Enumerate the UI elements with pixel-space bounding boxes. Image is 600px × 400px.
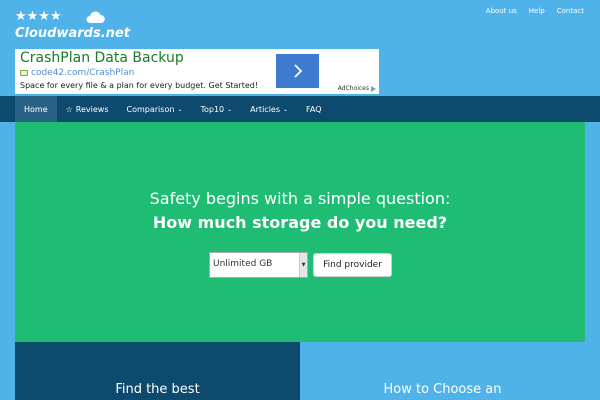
- ad-description: Space for every file & a plan for every …: [20, 81, 259, 90]
- site-name: Cloudwards.net: [15, 26, 130, 41]
- nav-item-label: Comparison: [126, 104, 175, 114]
- find-provider-button[interactable]: Find provider: [313, 253, 392, 277]
- ad-title[interactable]: CrashPlan Data Backup: [20, 50, 184, 66]
- adchoices-label: AdChoices: [337, 85, 369, 92]
- nav-item-label: Top10: [200, 104, 225, 114]
- storage-select-value: Unlimited GB: [213, 259, 273, 269]
- main-navbar: Home ☆ Reviews Comparison ⌄ Top10 ⌄ Articles ⌄ FA…: [0, 96, 600, 122]
- card-how-to-choose-title: How to Choose an: [383, 382, 502, 397]
- star-icon: ☆: [65, 104, 73, 114]
- chevron-down-icon: ⌄: [283, 105, 289, 113]
- top-link-contact[interactable]: Contact: [557, 6, 584, 16]
- adchoices-link[interactable]: AdChoices: [338, 85, 376, 92]
- nav-item-top10[interactable]: Top10 ⌄: [191, 96, 241, 122]
- rating-stars-icon: ★★★★: [15, 9, 62, 24]
- cloud-icon: [86, 11, 105, 23]
- hero-question: How much storage do you need?: [152, 213, 448, 232]
- card-how-to-choose[interactable]: How to Choose an: [300, 342, 585, 400]
- folder-icon: [20, 70, 28, 76]
- chevron-down-icon: ⌄: [177, 105, 183, 113]
- hero-tagline: Safety begins with a simple question:: [149, 189, 451, 208]
- nav-item-label: Articles: [250, 104, 281, 114]
- nav-item-reviews[interactable]: ☆ Reviews: [57, 96, 118, 122]
- nav-item-articles[interactable]: Articles ⌄: [241, 96, 297, 122]
- nav-item-label: FAQ: [306, 104, 322, 114]
- card-find-best[interactable]: Find the best: [15, 342, 300, 400]
- storage-select[interactable]: Unlimited GB ▼: [209, 252, 308, 278]
- nav-item-faq[interactable]: FAQ: [297, 96, 331, 122]
- site-logo[interactable]: ★★★★ Cloudwards.net: [15, 8, 130, 42]
- chevron-down-icon: ⌄: [227, 105, 233, 113]
- ad-banner[interactable]: CrashPlan Data Backup code42.com/CrashPl…: [15, 49, 379, 94]
- card-find-best-title: Find the best: [115, 382, 200, 397]
- adchoices-icon: [371, 85, 376, 92]
- nav-item-comparison[interactable]: Comparison ⌄: [118, 96, 192, 122]
- hero-section: Safety begins with a simple question: Ho…: [15, 122, 585, 342]
- top-link-help[interactable]: Help: [529, 6, 545, 16]
- ad-go-button[interactable]: [276, 54, 319, 88]
- utility-links: About us Help Contact: [486, 6, 584, 16]
- nav-item-label: Home: [24, 104, 48, 114]
- ad-url-text: code42.com/CrashPlan: [31, 68, 135, 78]
- top-link-about-us[interactable]: About us: [486, 6, 517, 16]
- nav-item-home[interactable]: Home: [15, 96, 57, 122]
- chevron-right-icon: [293, 64, 302, 78]
- nav-item-label: Reviews: [75, 104, 109, 114]
- select-arrow-icon[interactable]: ▼: [299, 253, 307, 277]
- nav-items: Home ☆ Reviews Comparison ⌄ Top10 ⌄ Articles ⌄ FA…: [15, 96, 331, 122]
- ad-url[interactable]: code42.com/CrashPlan: [20, 68, 134, 78]
